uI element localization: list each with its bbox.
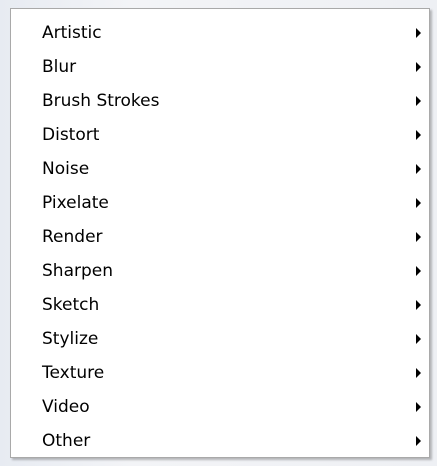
- chevron-right-icon: [416, 96, 421, 106]
- menu-item-blur[interactable]: Blur: [11, 50, 429, 84]
- menu-item-label: Noise: [42, 159, 90, 179]
- chevron-right-icon: [416, 130, 421, 140]
- menu-item-sketch[interactable]: Sketch: [11, 288, 429, 322]
- menu-item-label: Sketch: [42, 295, 100, 315]
- filter-menu-list: Artistic Blur Brush Strokes Distort Nois…: [11, 16, 429, 458]
- chevron-right-icon: [416, 402, 421, 412]
- chevron-right-icon: [416, 198, 421, 208]
- menu-item-label: Other: [42, 431, 91, 451]
- menu-item-texture[interactable]: Texture: [11, 356, 429, 390]
- chevron-right-icon: [416, 62, 421, 72]
- menu-item-brush-strokes[interactable]: Brush Strokes: [11, 84, 429, 118]
- chevron-right-icon: [416, 164, 421, 174]
- menu-item-artistic[interactable]: Artistic: [11, 16, 429, 50]
- menu-item-label: Sharpen: [42, 261, 113, 281]
- chevron-right-icon: [416, 334, 421, 344]
- menu-item-label: Pixelate: [42, 193, 109, 213]
- menu-item-stylize[interactable]: Stylize: [11, 322, 429, 356]
- menu-item-other[interactable]: Other: [11, 424, 429, 458]
- menu-item-label: Render: [42, 227, 103, 247]
- menu-item-noise[interactable]: Noise: [11, 152, 429, 186]
- menu-item-label: Video: [42, 397, 90, 417]
- menu-item-distort[interactable]: Distort: [11, 118, 429, 152]
- menu-item-label: Texture: [42, 363, 105, 383]
- menu-item-pixelate[interactable]: Pixelate: [11, 186, 429, 220]
- chevron-right-icon: [416, 232, 421, 242]
- chevron-right-icon: [416, 436, 421, 446]
- menu-item-render[interactable]: Render: [11, 220, 429, 254]
- menu-item-label: Brush Strokes: [42, 91, 160, 111]
- menu-item-label: Artistic: [42, 23, 102, 43]
- filter-menu: Artistic Blur Brush Strokes Distort Nois…: [10, 8, 430, 458]
- menu-item-label: Blur: [42, 57, 77, 77]
- menu-item-video[interactable]: Video: [11, 390, 429, 424]
- menu-item-label: Stylize: [42, 329, 99, 349]
- menu-item-sharpen[interactable]: Sharpen: [11, 254, 429, 288]
- menu-item-label: Distort: [42, 125, 100, 145]
- chevron-right-icon: [416, 300, 421, 310]
- chevron-right-icon: [416, 368, 421, 378]
- chevron-right-icon: [416, 266, 421, 276]
- chevron-right-icon: [416, 28, 421, 38]
